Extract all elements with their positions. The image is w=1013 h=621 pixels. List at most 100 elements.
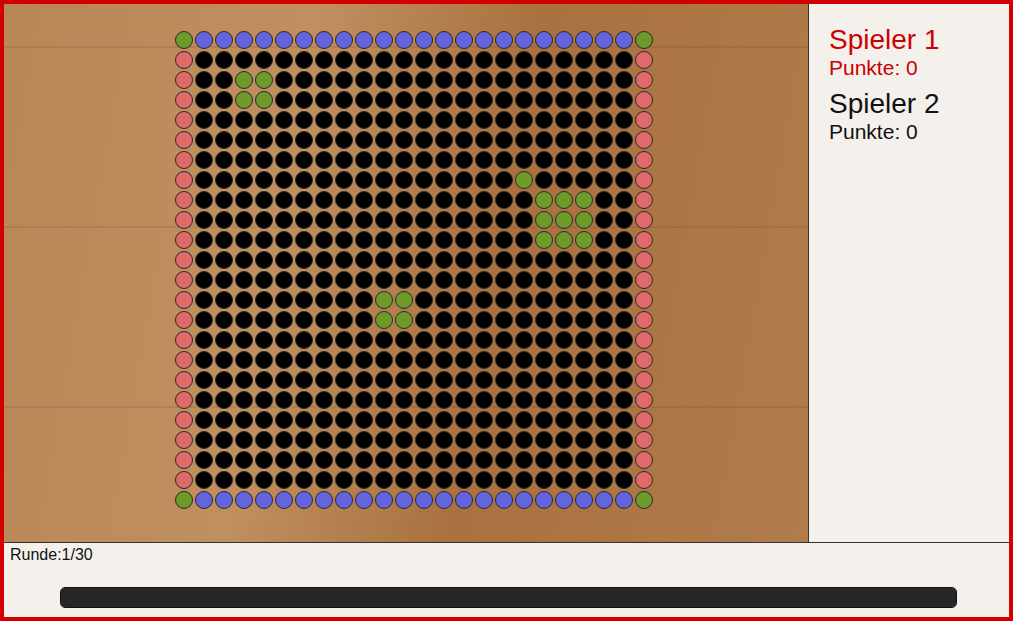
board-cell[interactable] [615,111,633,129]
board-cell[interactable] [555,131,573,149]
board-cell[interactable] [635,131,653,149]
board-cell[interactable] [255,391,273,409]
board-cell[interactable] [515,231,533,249]
board-cell[interactable] [635,171,653,189]
board-cell[interactable] [195,211,213,229]
board-cell[interactable] [455,351,473,369]
board-cell[interactable] [535,331,553,349]
board-cell[interactable] [595,131,613,149]
board-cell[interactable] [375,211,393,229]
board-cell[interactable] [535,131,553,149]
board-cell[interactable] [495,51,513,69]
board-cell[interactable] [255,331,273,349]
board-cell[interactable] [195,311,213,329]
board-cell[interactable] [355,471,373,489]
board-cell[interactable] [535,91,553,109]
board-cell[interactable] [455,251,473,269]
board-cell[interactable] [535,351,553,369]
board-cell[interactable] [435,491,453,509]
board-cell[interactable] [455,171,473,189]
board-cell[interactable] [255,431,273,449]
board-cell[interactable] [595,211,613,229]
board-cell[interactable] [575,431,593,449]
board-cell[interactable] [475,451,493,469]
board-cell[interactable] [635,471,653,489]
board-cell[interactable] [295,71,313,89]
board-cell[interactable] [615,351,633,369]
board-cell[interactable] [275,231,293,249]
board-cell[interactable] [235,231,253,249]
board-cell[interactable] [195,111,213,129]
board-cell[interactable] [475,71,493,89]
board-cell[interactable] [555,411,573,429]
board-cell[interactable] [375,31,393,49]
board-cell[interactable] [355,191,373,209]
board-cell[interactable] [175,331,193,349]
board-cell[interactable] [375,431,393,449]
board-cell[interactable] [415,151,433,169]
board-cell[interactable] [575,371,593,389]
board-cell[interactable] [515,171,533,189]
board-cell[interactable] [395,171,413,189]
board-cell[interactable] [175,291,193,309]
board-cell[interactable] [575,231,593,249]
board-cell[interactable] [355,391,373,409]
board-cell[interactable] [175,491,193,509]
board-cell[interactable] [555,251,573,269]
board-cell[interactable] [455,231,473,249]
board-cell[interactable] [395,231,413,249]
board-cell[interactable] [355,231,373,249]
board-cell[interactable] [375,411,393,429]
board-cell[interactable] [555,371,573,389]
board-cell[interactable] [515,271,533,289]
board-cell[interactable] [275,211,293,229]
board-cell[interactable] [515,71,533,89]
board-cell[interactable] [615,431,633,449]
board-cell[interactable] [635,411,653,429]
board-cell[interactable] [375,271,393,289]
board-cell[interactable] [475,351,493,369]
board-cell[interactable] [415,291,433,309]
board-cell[interactable] [595,191,613,209]
board-cell[interactable] [275,351,293,369]
board-cell[interactable] [575,311,593,329]
board-cell[interactable] [415,191,433,209]
board-cell[interactable] [575,451,593,469]
board-cell[interactable] [635,31,653,49]
board-cell[interactable] [195,291,213,309]
board-cell[interactable] [515,471,533,489]
board-cell[interactable] [375,231,393,249]
board-cell[interactable] [255,191,273,209]
board-cell[interactable] [395,131,413,149]
board-cell[interactable] [495,431,513,449]
board-cell[interactable] [615,231,633,249]
board-cell[interactable] [535,311,553,329]
board-cell[interactable] [195,411,213,429]
board-cell[interactable] [615,191,633,209]
board-cell[interactable] [615,451,633,469]
board-cell[interactable] [335,31,353,49]
board-cell[interactable] [275,491,293,509]
board-cell[interactable] [575,411,593,429]
board-cell[interactable] [395,351,413,369]
board-cell[interactable] [215,71,233,89]
board-cell[interactable] [495,471,513,489]
board-cell[interactable] [235,351,253,369]
board-cell[interactable] [255,131,273,149]
board-cell[interactable] [615,391,633,409]
board-cell[interactable] [315,471,333,489]
board-cell[interactable] [575,51,593,69]
board-cell[interactable] [635,191,653,209]
board-cell[interactable] [435,411,453,429]
board-cell[interactable] [515,91,533,109]
board-cell[interactable] [295,411,313,429]
board-cell[interactable] [215,411,233,429]
board-cell[interactable] [215,251,233,269]
board-cell[interactable] [175,71,193,89]
board-cell[interactable] [215,51,233,69]
board-cell[interactable] [435,431,453,449]
board-cell[interactable] [435,191,453,209]
board-cell[interactable] [455,91,473,109]
board-cell[interactable] [275,191,293,209]
board-cell[interactable] [195,431,213,449]
